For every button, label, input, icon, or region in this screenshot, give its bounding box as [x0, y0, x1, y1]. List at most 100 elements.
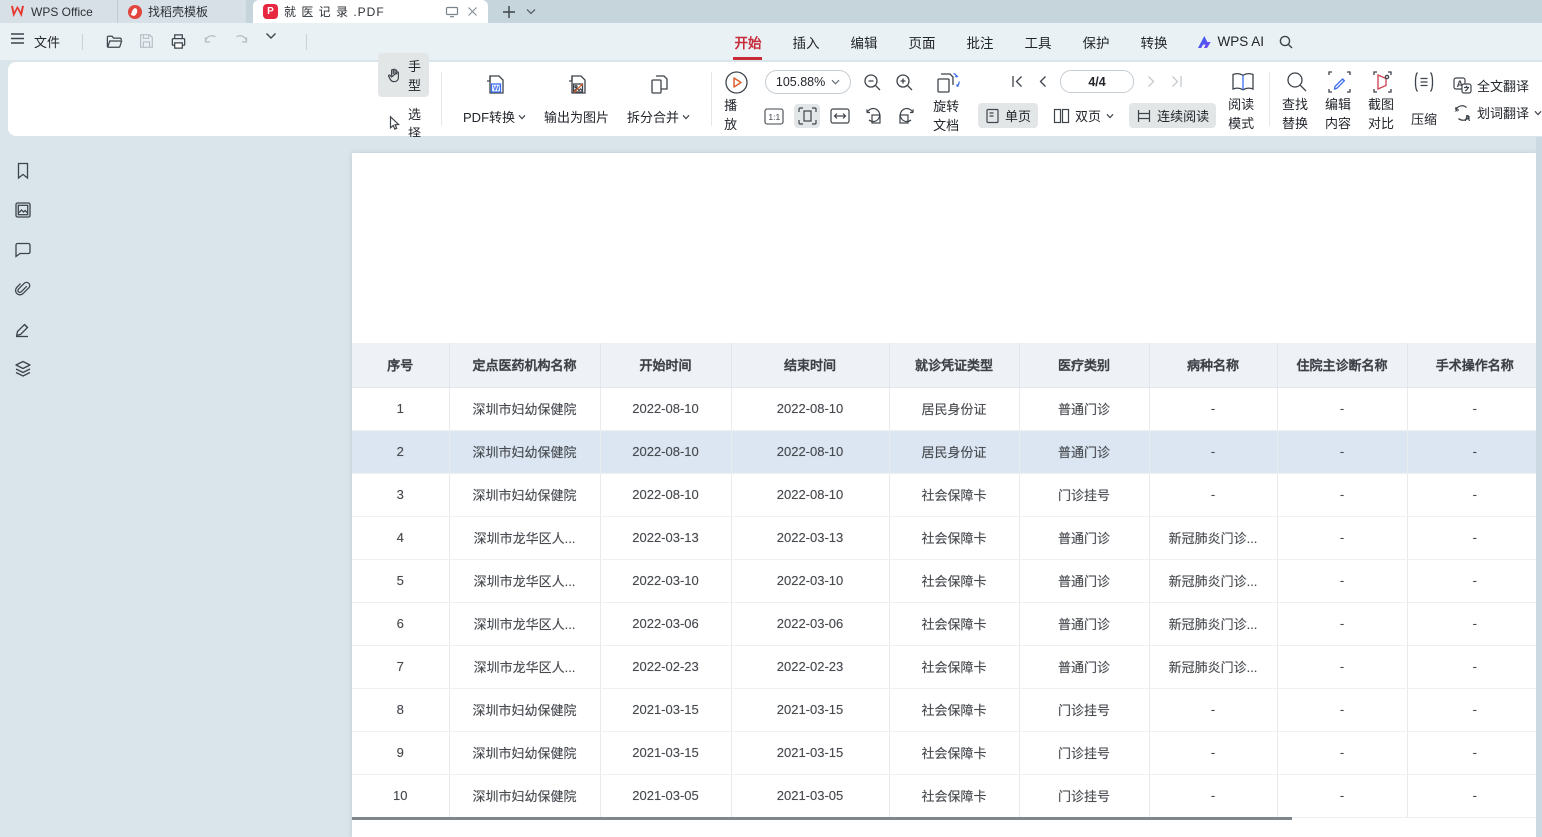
wps-ai-logo	[1197, 35, 1212, 49]
pdf-convert-button[interactable]: W PDF转换	[454, 70, 535, 128]
monitor-icon[interactable]	[445, 6, 459, 18]
tab-label: 找稻壳模板	[148, 3, 208, 20]
table-cell: -	[1277, 774, 1407, 817]
table-cell: 2022-03-06	[600, 602, 731, 645]
table-cell: -	[1277, 473, 1407, 516]
play-button[interactable]: 播放	[724, 70, 749, 128]
screenshot-compare-button[interactable]: 截图对比	[1368, 70, 1397, 128]
wps-ai-label: WPS AI	[1217, 34, 1264, 49]
file-menu-button[interactable]: 文件	[10, 32, 60, 51]
find-replace-button[interactable]: 查找替换	[1282, 70, 1311, 128]
divider	[441, 72, 442, 126]
chevron-down-icon	[1534, 110, 1542, 116]
annotate-pen-icon[interactable]	[13, 319, 33, 339]
tab-list-chevron-icon[interactable]	[526, 8, 536, 15]
word-translate-button[interactable]: xA 划词翻译	[1453, 103, 1542, 122]
last-page-icon[interactable]	[1169, 74, 1184, 89]
zoom-out-icon[interactable]	[862, 72, 883, 93]
table-cell: 2	[352, 430, 449, 473]
full-translate-button[interactable]: A 全文翻译	[1453, 76, 1542, 95]
table-cell: 普通门诊	[1019, 645, 1149, 688]
rotate-left-icon[interactable]	[860, 104, 886, 128]
layers-icon[interactable]	[13, 359, 33, 379]
pdf-page[interactable]: 序号定点医药机构名称开始时间结束时间就诊凭证类型医疗类别病种名称住院主诊断名称手…	[352, 153, 1536, 837]
table-cell: -	[1277, 602, 1407, 645]
table-cell: 2022-03-06	[731, 602, 889, 645]
compress-button[interactable]: 压缩	[1411, 70, 1437, 128]
tab-document-active[interactable]: P 就 医 记 录 .PDF	[253, 0, 488, 23]
menu-item[interactable]: 批注	[965, 28, 994, 56]
table-cell: 深圳市妇幼保健院	[449, 688, 600, 731]
edit-content-label: 编辑内容	[1325, 94, 1354, 132]
table-cell: 新冠肺炎门诊...	[1149, 602, 1277, 645]
table-cell: 2022-08-10	[731, 473, 889, 516]
tab-wps-home[interactable]: WPS Office	[0, 0, 118, 23]
close-icon[interactable]	[467, 6, 478, 17]
menu-item[interactable]: 编辑	[849, 28, 878, 56]
table-cell: -	[1277, 645, 1407, 688]
zoom-level-select[interactable]: 105.88%	[765, 70, 851, 94]
menu-item[interactable]: 工具	[1023, 28, 1052, 56]
print-icon[interactable]	[169, 32, 188, 51]
menu-item[interactable]: 开始	[733, 28, 762, 56]
table-cell: -	[1149, 731, 1277, 774]
edit-content-button[interactable]: 编辑内容	[1325, 70, 1354, 128]
read-mode-button[interactable]: 阅读模式	[1228, 70, 1257, 128]
table-cell: 深圳市妇幼保健院	[449, 387, 600, 430]
hand-icon	[386, 67, 402, 83]
menu-item[interactable]: 页面	[907, 28, 936, 56]
table-header-cell: 住院主诊断名称	[1277, 343, 1407, 387]
menu-item[interactable]: 保护	[1081, 28, 1110, 56]
table-cell: 2022-03-10	[731, 559, 889, 602]
page-indicator-input[interactable]: 4/4	[1060, 70, 1134, 93]
fit-page-button[interactable]	[794, 104, 820, 128]
continuous-icon	[1136, 108, 1152, 124]
rotate-right-icon[interactable]	[893, 104, 919, 128]
continuous-read-toggle[interactable]: 连续阅读	[1129, 103, 1216, 128]
table-cell: 社会保障卡	[889, 645, 1019, 688]
fit-width-button[interactable]	[827, 104, 853, 128]
tab-docer-templates[interactable]: 找稻壳模板	[118, 0, 246, 23]
rotate-document-button[interactable]: 旋转文档	[933, 70, 962, 128]
prev-page-icon[interactable]	[1037, 74, 1048, 89]
table-cell: 社会保障卡	[889, 774, 1019, 817]
table-cell: 深圳市龙华区人...	[449, 645, 600, 688]
vertical-scrollbar[interactable]	[1536, 137, 1542, 837]
export-image-button[interactable]: 输出为图片	[535, 70, 618, 128]
table-cell: 门诊挂号	[1019, 688, 1149, 731]
thumbnails-icon[interactable]	[13, 200, 33, 220]
split-merge-button[interactable]: 拆分合并	[618, 70, 699, 128]
single-page-toggle[interactable]: 单页	[978, 103, 1038, 128]
bookmark-icon[interactable]	[13, 161, 33, 181]
compress-label: 压缩	[1411, 109, 1437, 128]
table-cell: 社会保障卡	[889, 602, 1019, 645]
redo-icon[interactable]	[233, 32, 252, 51]
comment-icon[interactable]	[13, 240, 33, 260]
new-tab-button[interactable]	[502, 5, 516, 19]
hand-tool-button[interactable]: 手型	[378, 53, 429, 97]
menu-item[interactable]: 转换	[1139, 28, 1168, 56]
toolbar-chevron-down-icon[interactable]	[265, 32, 284, 51]
continuous-read-label: 连续阅读	[1157, 106, 1209, 125]
menu-toolbar-row: 文件 开始 插入 编辑 页面 批注 工具 保护 转换 WPS AI	[0, 23, 1542, 60]
double-page-toggle[interactable]: 双页	[1046, 103, 1121, 128]
menu-item[interactable]: 插入	[791, 28, 820, 56]
table-header-cell: 手术操作名称	[1407, 343, 1536, 387]
table-cell: -	[1149, 774, 1277, 817]
save-icon[interactable]	[137, 32, 156, 51]
table-cell: 社会保障卡	[889, 559, 1019, 602]
chevron-down-icon	[518, 114, 526, 120]
open-folder-icon[interactable]	[105, 32, 124, 51]
table-cell: 2021-03-15	[731, 688, 889, 731]
attachment-icon[interactable]	[13, 280, 33, 300]
menu-search-icon[interactable]	[1278, 34, 1294, 50]
table-cell: 社会保障卡	[889, 516, 1019, 559]
actual-size-button[interactable]: 1:1	[761, 104, 787, 128]
menu-item-wps-ai[interactable]: WPS AI	[1197, 34, 1264, 49]
table-cell: -	[1277, 387, 1407, 430]
first-page-icon[interactable]	[1010, 74, 1025, 89]
next-page-icon[interactable]	[1146, 74, 1157, 89]
zoom-in-icon[interactable]	[894, 72, 915, 93]
medical-records-table: 序号定点医药机构名称开始时间结束时间就诊凭证类型医疗类别病种名称住院主诊断名称手…	[352, 343, 1536, 820]
undo-icon[interactable]	[201, 32, 220, 51]
